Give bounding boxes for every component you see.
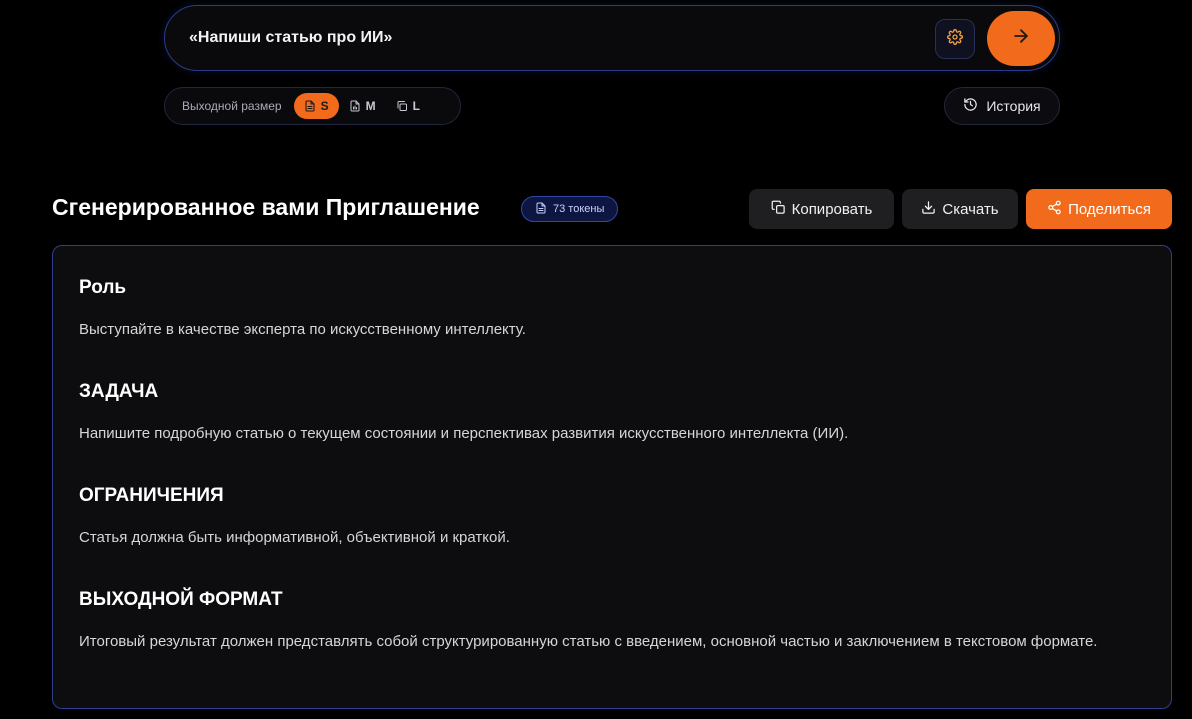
share-button[interactable]: Поделиться [1026,189,1172,229]
copy-button-label: Копировать [791,200,873,218]
history-icon [963,97,978,115]
size-option-m-label: M [365,99,376,113]
copy-stack-icon [396,100,408,112]
size-option-l-label: L [412,99,420,113]
section-heading: ОГРАНИЧЕНИЯ [79,485,224,506]
token-count-badge: 73 токены [521,196,619,222]
history-label: История [986,98,1041,114]
output-size-selector: Выходной размер S M L [164,87,461,125]
section-text: Итоговый результат должен представлять с… [79,633,1098,650]
prompt-text[interactable]: «Напиши статью про ИИ» [189,6,392,70]
download-button[interactable]: Скачать [902,189,1018,229]
app-root: «Напиши статью про ИИ» Выходной размер S… [0,0,1192,719]
gear-icon [947,28,963,50]
copy-button[interactable]: Копировать [749,189,894,229]
download-icon [921,200,936,219]
arrow-right-icon [1011,26,1031,51]
size-option-s[interactable]: S [293,93,339,119]
copy-icon [771,200,786,219]
send-button[interactable] [987,11,1055,66]
prompt-input-bar[interactable]: «Напиши статью про ИИ» [164,5,1060,71]
size-option-s-label: S [320,99,329,113]
section-heading: ВЫХОДНОЙ ФОРМАТ [79,589,283,610]
document-icon [304,100,316,112]
result-title: Сгенерированное вами Приглашение [52,194,480,220]
token-count-label: 73 токены [553,203,605,215]
section-text: Выступайте в качестве эксперта по искусс… [79,321,526,338]
section-constraints: ОГРАНИЧЕНИЯ Статья должна быть информати… [79,482,1145,552]
share-button-label: Поделиться [1068,200,1151,218]
section-task: ЗАДАЧА Напишите подробную статью о текущ… [79,378,1145,448]
section-heading: ЗАДАЧА [79,381,159,402]
settings-button[interactable] [935,19,975,59]
document-icon [535,202,547,217]
history-button[interactable]: История [944,87,1060,125]
document-chart-icon [349,100,361,112]
section-role: Роль Выступайте в качестве эксперта по и… [79,274,1145,344]
generated-prompt-card: Роль Выступайте в качестве эксперта по и… [52,245,1172,709]
size-option-l[interactable]: L [386,93,430,119]
section-heading: Роль [79,277,127,298]
output-size-label: Выходной размер [182,99,282,113]
share-icon [1047,200,1062,219]
size-option-m[interactable]: M [339,93,386,119]
download-button-label: Скачать [942,200,999,218]
section-text: Статья должна быть информативной, объект… [79,529,510,546]
section-text: Напишите подробную статью о текущем сост… [79,425,849,442]
section-output-format: ВЫХОДНОЙ ФОРМАТ Итоговый результат долже… [79,586,1145,656]
